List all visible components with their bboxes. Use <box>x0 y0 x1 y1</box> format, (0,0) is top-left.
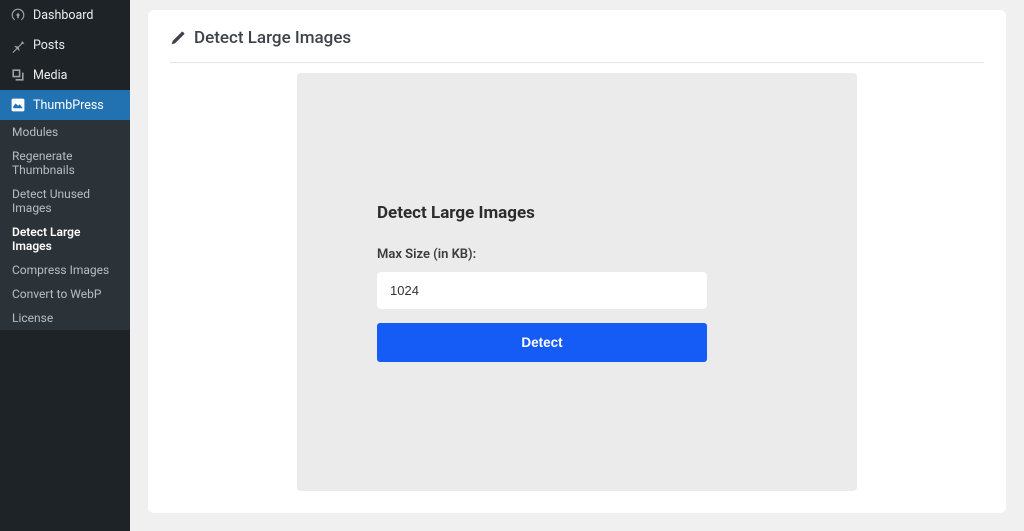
submenu-item-label: Detect Unused Images <box>12 187 90 215</box>
admin-sidebar: Dashboard Posts Media ThumbPress Modules… <box>0 0 130 531</box>
divider <box>170 62 984 63</box>
max-size-label: Max Size (in KB): <box>377 247 777 262</box>
detect-button[interactable]: Detect <box>377 323 707 362</box>
submenu-item-modules[interactable]: Modules <box>0 120 130 144</box>
sidebar-item-label: Media <box>33 68 67 83</box>
panel: Detect Large Images Max Size (in KB): De… <box>297 73 857 491</box>
gauge-icon <box>10 7 26 23</box>
submenu-item-label: Compress Images <box>12 263 109 277</box>
media-icon <box>10 67 26 83</box>
sidebar-item-dashboard[interactable]: Dashboard <box>0 0 130 30</box>
submenu-item-label: Modules <box>12 125 58 139</box>
submenu-item-regenerate-thumbnails[interactable]: Regenerate Thumbnails <box>0 144 130 182</box>
submenu-item-label: Regenerate Thumbnails <box>12 149 75 177</box>
sidebar-item-posts[interactable]: Posts <box>0 30 130 60</box>
pencil-icon <box>170 30 186 46</box>
sidebar-item-label: ThumbPress <box>33 98 104 113</box>
max-size-input[interactable] <box>377 272 707 309</box>
sidebar-item-label: Posts <box>33 38 65 53</box>
main-content: Detect Large Images Detect Large Images … <box>130 0 1024 531</box>
content-card: Detect Large Images Detect Large Images … <box>148 10 1006 513</box>
submenu-item-label: License <box>12 311 53 325</box>
pin-icon <box>10 37 26 53</box>
sidebar-item-media[interactable]: Media <box>0 60 130 90</box>
submenu-item-label: Convert to WebP <box>12 287 101 301</box>
submenu-item-detect-unused-images[interactable]: Detect Unused Images <box>0 182 130 220</box>
submenu-item-license[interactable]: License <box>0 306 130 330</box>
submenu-item-label: Detect Large Images <box>12 225 80 253</box>
sidebar-item-thumbpress[interactable]: ThumbPress <box>0 90 130 120</box>
panel-heading: Detect Large Images <box>377 203 777 223</box>
submenu-item-compress-images[interactable]: Compress Images <box>0 258 130 282</box>
page-title: Detect Large Images <box>194 28 351 48</box>
thumbpress-icon <box>10 97 26 113</box>
page-header: Detect Large Images <box>170 24 984 62</box>
submenu-item-detect-large-images[interactable]: Detect Large Images <box>0 220 130 258</box>
submenu-item-convert-to-webp[interactable]: Convert to WebP <box>0 282 130 306</box>
sidebar-item-label: Dashboard <box>33 8 93 23</box>
